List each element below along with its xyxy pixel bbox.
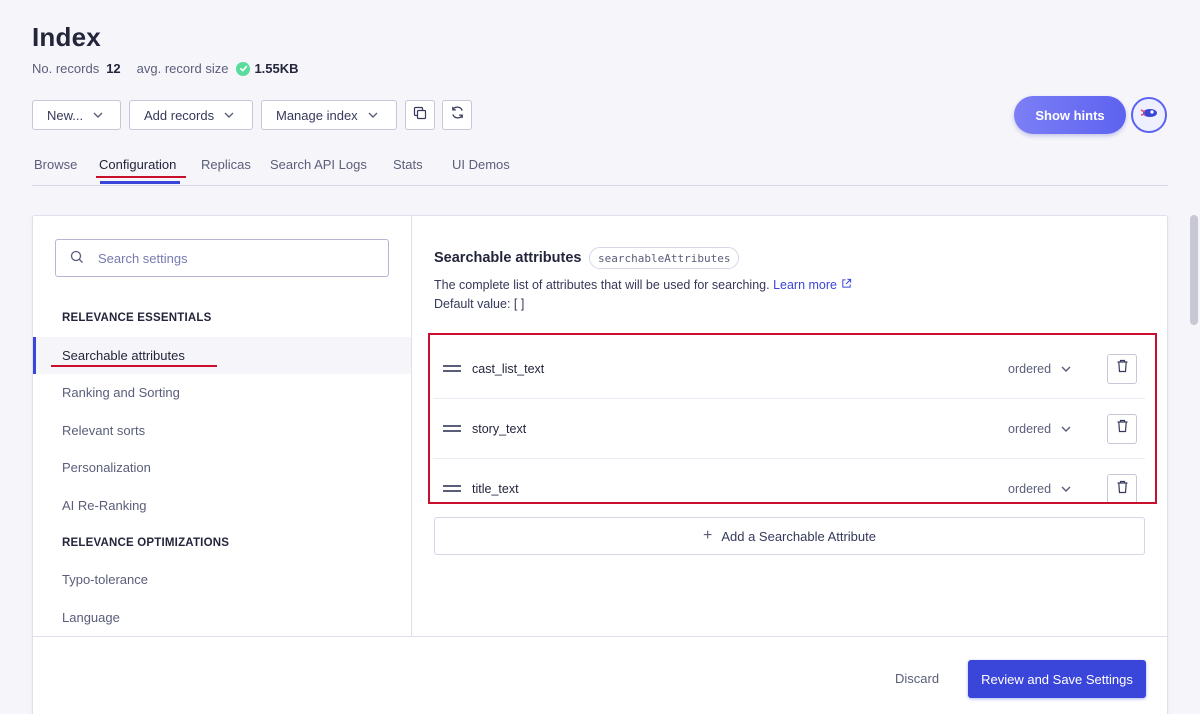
index-meta: No. records 12 avg. record size 1.55KB — [32, 61, 299, 76]
order-value: ordered — [1008, 361, 1052, 376]
external-link-icon — [841, 278, 852, 292]
sidebar-item-ai-re-ranking[interactable]: AI Re-Ranking — [33, 487, 411, 524]
copy-icon — [413, 106, 427, 125]
discard-button[interactable]: Discard — [895, 671, 939, 686]
page: Index No. records 12 avg. record size 1.… — [0, 0, 1200, 714]
chevron-down-icon — [1061, 426, 1071, 432]
records-label: No. records — [32, 61, 100, 76]
attribute-list: cast_list_text ordered story_text ordere… — [433, 339, 1145, 507]
records-value: 12 — [106, 61, 121, 76]
delete-attribute-button[interactable] — [1107, 353, 1137, 384]
refresh-button[interactable] — [442, 100, 472, 130]
chevron-down-icon — [1061, 486, 1071, 492]
search-settings-input[interactable]: Search settings — [55, 239, 389, 277]
new-button[interactable]: New... — [32, 100, 121, 130]
add-records-label: Add records — [144, 107, 215, 123]
description-text: The complete list of attributes that wil… — [434, 278, 770, 292]
attribute-name: title_text — [472, 482, 519, 496]
tab-stats[interactable]: Stats — [393, 157, 423, 172]
size-label: avg. record size — [136, 61, 229, 76]
delete-attribute-button[interactable] — [1107, 474, 1137, 504]
new-button-label: New... — [47, 107, 84, 123]
add-searchable-attribute-button[interactable]: + Add a Searchable Attribute — [434, 517, 1145, 555]
refresh-icon — [450, 105, 465, 125]
sidebar-item-searchable-attributes[interactable]: Searchable attributes — [33, 337, 411, 374]
copy-index-button[interactable] — [405, 100, 435, 130]
chevron-down-icon — [224, 112, 234, 118]
sidebar-item-ranking-and-sorting[interactable]: Ranking and Sorting — [33, 374, 411, 411]
settings-main: Searchable attributes searchableAttribut… — [413, 216, 1169, 636]
tab-search-api-logs[interactable]: Search API Logs — [270, 157, 367, 172]
attribute-name: story_text — [472, 421, 527, 436]
learn-more-link[interactable]: Learn more — [773, 278, 851, 292]
settings-sidebar: Search settings RELEVANCE ESSENTIALS Sea… — [33, 216, 412, 636]
order-value: ordered — [1008, 421, 1052, 436]
rocket-icon — [1139, 105, 1159, 126]
page-scrollbar[interactable] — [1190, 215, 1198, 325]
drag-handle-icon[interactable] — [443, 425, 461, 433]
order-select[interactable]: ordered — [1008, 482, 1071, 496]
attribute-name: cast_list_text — [472, 361, 545, 376]
attribute-row: cast_list_text ordered — [433, 339, 1145, 399]
manage-index-label: Manage index — [276, 107, 358, 123]
tab-replicas[interactable]: Replicas — [201, 157, 251, 172]
show-hints-button[interactable]: Show hints — [1014, 96, 1126, 134]
section-title: Searchable attributes — [434, 250, 582, 266]
drag-handle-icon[interactable] — [443, 365, 461, 373]
plus-icon: + — [702, 527, 713, 544]
drag-handle-icon[interactable] — [443, 485, 461, 493]
trash-icon — [1116, 480, 1129, 499]
tab-configuration[interactable]: Configuration — [99, 157, 176, 172]
tab-ui-demos[interactable]: UI Demos — [452, 157, 510, 172]
section-relevance-essentials: RELEVANCE ESSENTIALS — [62, 312, 212, 324]
avatar[interactable] — [1131, 97, 1167, 133]
delete-attribute-button[interactable] — [1107, 413, 1137, 444]
trash-icon — [1116, 419, 1129, 438]
learn-more-label: Learn more — [773, 278, 838, 292]
trash-icon — [1116, 359, 1129, 378]
search-icon — [70, 250, 84, 267]
review-and-save-button[interactable]: Review and Save Settings — [968, 660, 1146, 698]
order-value: ordered — [1008, 482, 1052, 496]
tab-browse[interactable]: Browse — [34, 157, 77, 172]
chevron-down-icon — [1061, 366, 1071, 372]
annotation-underline-tab — [96, 176, 186, 178]
add-attribute-label: Add a Searchable Attribute — [721, 528, 876, 544]
annotation-underline-sidebar — [51, 365, 217, 367]
settings-card: Search settings RELEVANCE ESSENTIALS Sea… — [32, 215, 1168, 714]
add-records-button[interactable]: Add records — [129, 100, 253, 130]
section-relevance-optimizations: RELEVANCE OPTIMIZATIONS — [62, 537, 230, 549]
default-value: Default value: [ ] — [434, 297, 525, 311]
size-value: 1.55KB — [254, 61, 299, 76]
sidebar-item-personalization[interactable]: Personalization — [33, 449, 411, 486]
page-title: Index — [32, 22, 101, 52]
order-select[interactable]: ordered — [1008, 362, 1071, 376]
sidebar-item-typo-tolerance[interactable]: Typo-tolerance — [33, 561, 411, 598]
attribute-row: story_text ordered — [433, 399, 1145, 459]
setting-code-badge: searchableAttributes — [589, 247, 740, 269]
settings-footer: Discard Review and Save Settings — [33, 636, 1167, 714]
check-icon — [236, 61, 251, 76]
attribute-row: title_text ordered — [433, 459, 1145, 519]
chevron-down-icon — [93, 112, 103, 118]
order-select[interactable]: ordered — [1008, 422, 1071, 436]
setting-description: The complete list of attributes that wil… — [434, 278, 852, 292]
sidebar-item-relevant-sorts[interactable]: Relevant sorts — [33, 412, 411, 449]
manage-index-button[interactable]: Manage index — [261, 100, 397, 130]
tab-bar: Browse Configuration Replicas Search API… — [32, 150, 1168, 186]
sidebar-item-language[interactable]: Language — [33, 599, 411, 636]
active-tab-indicator — [100, 181, 180, 184]
chevron-down-icon — [368, 112, 378, 118]
search-placeholder: Search settings — [98, 250, 188, 266]
